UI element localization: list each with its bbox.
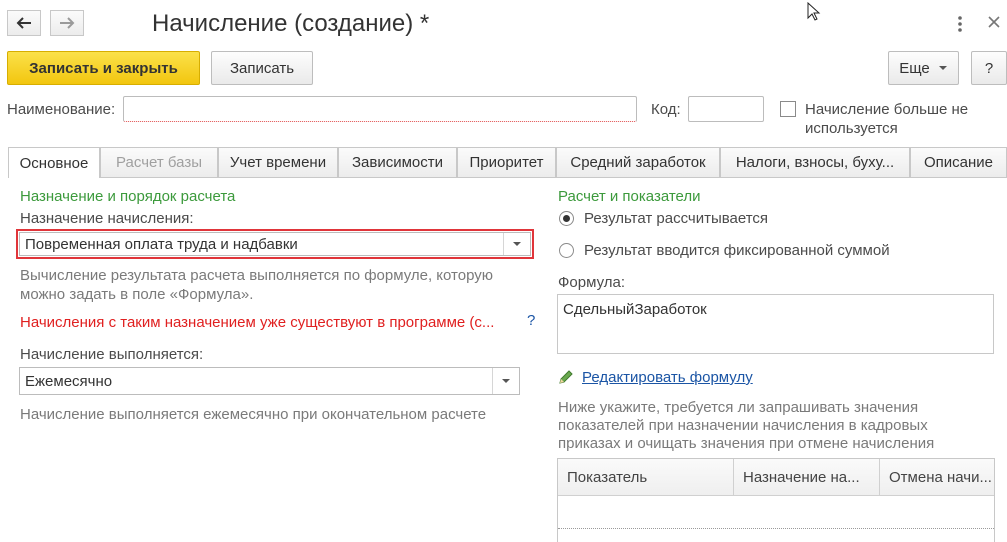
indicators-note-line3: приказах и очищать значения при отмене н… bbox=[558, 435, 935, 452]
help-mark[interactable]: ? bbox=[527, 312, 535, 329]
performed-select-value: Ежемесячно bbox=[25, 373, 113, 390]
arrow-left-icon bbox=[16, 17, 31, 29]
performed-hint: Начисление выполняется ежемесячно при ок… bbox=[20, 406, 487, 423]
mouse-cursor-icon bbox=[807, 2, 821, 21]
indicators-note: Ниже укажите, требуется ли запрашивать з… bbox=[558, 399, 934, 453]
not-used-label-line1: Начисление больше не bbox=[805, 101, 969, 118]
chevron-down-icon bbox=[513, 242, 521, 246]
more-menu-icon[interactable] bbox=[952, 14, 968, 34]
tab-taxes[interactable]: Налоги, взносы, буху... bbox=[720, 147, 910, 177]
purpose-hint: Вычисление результата расчета выполняетс… bbox=[20, 266, 493, 304]
radio-calculated-label[interactable]: Результат рассчитывается bbox=[584, 210, 768, 227]
back-button[interactable] bbox=[7, 10, 41, 36]
not-used-label-line2: используется bbox=[805, 120, 898, 137]
chevron-down-icon bbox=[502, 379, 510, 383]
purpose-dropdown-button[interactable] bbox=[503, 233, 530, 255]
tab-priority[interactable]: Приоритет bbox=[457, 147, 556, 177]
not-used-checkbox[interactable] bbox=[780, 101, 796, 117]
save-and-close-button[interactable]: Записать и закрыть bbox=[7, 51, 200, 85]
window-title: Начисление (создание) * bbox=[152, 10, 430, 37]
tab-dependencies[interactable]: Зависимости bbox=[338, 147, 457, 177]
purpose-hint-line1: Вычисление результата расчета выполняетс… bbox=[20, 267, 494, 284]
forward-button[interactable] bbox=[50, 10, 84, 36]
indicators-note-line2: показателей при назначении начисления в … bbox=[558, 417, 928, 434]
arrow-right-icon bbox=[60, 17, 75, 29]
radio-fixed[interactable] bbox=[559, 243, 574, 258]
section-title-purpose: Назначение и порядок расчета bbox=[20, 188, 236, 205]
formula-textarea[interactable]: СдельныйЗаработок bbox=[557, 294, 994, 354]
table-row[interactable] bbox=[558, 495, 994, 529]
name-label: Наименование: bbox=[7, 101, 116, 118]
table-header-assignment[interactable]: Назначение на... bbox=[734, 459, 880, 495]
performed-dropdown-button[interactable] bbox=[492, 368, 519, 394]
performed-select[interactable]: Ежемесячно bbox=[19, 367, 520, 395]
chevron-down-icon bbox=[938, 66, 947, 70]
close-icon[interactable] bbox=[986, 14, 1002, 32]
tab-time-accounting[interactable]: Учет времени bbox=[218, 147, 338, 177]
tab-main[interactable]: Основное bbox=[8, 147, 100, 178]
purpose-hint-line2: можно задать в поле «Формула». bbox=[20, 286, 254, 303]
tab-underline bbox=[100, 177, 1007, 178]
more-actions-label: Еще bbox=[899, 59, 930, 77]
radio-calculated[interactable] bbox=[559, 211, 574, 226]
edit-formula-link[interactable]: Редактировать формулу bbox=[582, 369, 753, 386]
purpose-select-value: Повременная оплата труда и надбавки bbox=[25, 236, 298, 253]
pencil-icon[interactable] bbox=[557, 368, 575, 386]
formula-value: СдельныйЗаработок bbox=[563, 301, 707, 318]
purpose-label: Назначение начисления: bbox=[20, 210, 194, 227]
tab-description[interactable]: Описание bbox=[910, 147, 1007, 177]
code-input[interactable] bbox=[688, 96, 764, 122]
not-used-label: Начисление больше не используется bbox=[805, 100, 968, 138]
warning-message[interactable]: Начисления с таким назначением уже сущес… bbox=[20, 314, 494, 331]
tab-bar: Основное Расчет базы Учет времени Зависи… bbox=[8, 147, 1007, 178]
indicators-note-line1: Ниже укажите, требуется ли запрашивать з… bbox=[558, 399, 919, 416]
performed-label: Начисление выполняется: bbox=[20, 346, 204, 363]
purpose-select[interactable]: Повременная оплата труда и надбавки bbox=[19, 232, 531, 256]
more-actions-button[interactable]: Еще bbox=[888, 51, 959, 85]
name-input[interactable] bbox=[123, 96, 637, 122]
formula-label: Формула: bbox=[558, 274, 626, 291]
table-header-cancellation[interactable]: Отмена начи... bbox=[880, 459, 994, 495]
radio-fixed-label[interactable]: Результат вводится фиксированной суммой bbox=[584, 242, 890, 259]
indicators-table[interactable]: Показатель Назначение на... Отмена начи.… bbox=[557, 458, 995, 542]
tab-base-calculation[interactable]: Расчет базы bbox=[100, 147, 218, 177]
section-title-calculation: Расчет и показатели bbox=[558, 188, 701, 205]
tab-average-earnings[interactable]: Средний заработок bbox=[556, 147, 720, 177]
table-header-indicator[interactable]: Показатель bbox=[558, 459, 734, 495]
save-button[interactable]: Записать bbox=[211, 51, 313, 85]
code-label: Код: bbox=[651, 101, 681, 118]
help-button[interactable]: ? bbox=[971, 51, 1007, 85]
